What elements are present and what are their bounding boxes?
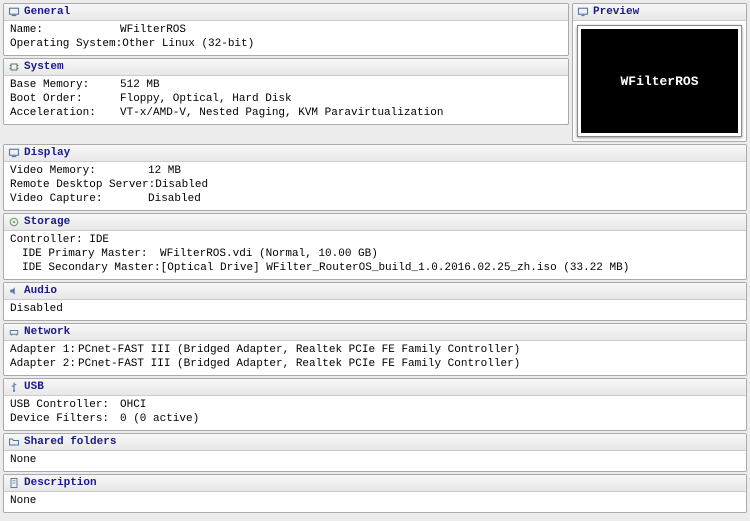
display-icon: [8, 147, 20, 159]
network-header[interactable]: Network: [4, 324, 746, 341]
storage-controller: Controller: IDE: [10, 233, 740, 247]
speaker-icon: [8, 285, 20, 297]
boot-value: Floppy, Optical, Hard Disk: [120, 92, 292, 106]
preview-panel: Preview WFilterROS: [572, 3, 747, 142]
audio-header[interactable]: Audio: [4, 283, 746, 300]
usbctrl-value: OHCI: [120, 398, 146, 412]
usb-panel: USB USB Controller:OHCI Device Filters:0…: [3, 378, 747, 431]
system-title: System: [24, 61, 64, 73]
shared-title: Shared folders: [24, 436, 116, 448]
storage-panel: Storage Controller: IDE IDE Primary Mast…: [3, 213, 747, 280]
mem-value: 512 MB: [120, 78, 160, 92]
mem-label: Base Memory:: [10, 78, 120, 92]
preview-header[interactable]: Preview: [573, 4, 746, 21]
desc-header[interactable]: Description: [4, 475, 746, 492]
vmem-label: Video Memory:: [10, 164, 148, 178]
network-panel: Network Adapter 1:PCnet-FAST III (Bridge…: [3, 323, 747, 376]
sm-value: [Optical Drive] WFilter_RouterOS_build_1…: [161, 261, 630, 275]
storage-header[interactable]: Storage: [4, 214, 746, 231]
general-title: General: [24, 6, 70, 18]
rds-label: Remote Desktop Server:: [10, 178, 155, 192]
folder-icon: [8, 436, 20, 448]
pm-value: WFilterROS.vdi (Normal, 10.00 GB): [160, 247, 378, 261]
vc-value: Disabled: [148, 192, 201, 206]
usb-header[interactable]: USB: [4, 379, 746, 396]
shared-header[interactable]: Shared folders: [4, 434, 746, 451]
usb-icon: [8, 381, 20, 393]
adapter1-label: Adapter 1:: [10, 343, 78, 357]
document-icon: [8, 477, 20, 489]
system-header[interactable]: System: [4, 59, 568, 76]
system-panel: System Base Memory:512 MB Boot Order:Flo…: [3, 58, 569, 125]
usbfilter-value: 0 (0 active): [120, 412, 199, 426]
general-header[interactable]: General: [4, 4, 568, 21]
desc-title: Description: [24, 477, 97, 489]
vc-label: Video Capture:: [10, 192, 148, 206]
pm-label: IDE Primary Master:: [22, 247, 160, 261]
os-value: Other Linux (32-bit): [122, 37, 254, 51]
network-title: Network: [24, 326, 70, 338]
audio-value: Disabled: [10, 303, 63, 315]
usbctrl-label: USB Controller:: [10, 398, 120, 412]
boot-label: Boot Order:: [10, 92, 120, 106]
usbfilter-label: Device Filters:: [10, 412, 120, 426]
audio-panel: Audio Disabled: [3, 282, 747, 321]
acc-label: Acceleration:: [10, 106, 120, 120]
usb-title: USB: [24, 381, 44, 393]
general-panel: General Name:WFilterROS Operating System…: [3, 3, 569, 56]
adapter2-label: Adapter 2:: [10, 357, 78, 371]
storage-title: Storage: [24, 216, 70, 228]
general-icon: [8, 6, 20, 18]
disk-icon: [8, 216, 20, 228]
audio-title: Audio: [24, 285, 57, 297]
preview-text: WFilterROS: [620, 74, 698, 89]
adapter2-value: PCnet-FAST III (Bridged Adapter, Realtek…: [78, 357, 520, 371]
name-label: Name:: [10, 23, 120, 37]
display-title: Display: [24, 147, 70, 159]
desc-panel: Description None: [3, 474, 747, 513]
preview-title: Preview: [593, 6, 639, 18]
vmem-value: 12 MB: [148, 164, 181, 178]
rds-value: Disabled: [155, 178, 208, 192]
preview-thumbnail[interactable]: WFilterROS: [577, 25, 742, 137]
acc-value: VT-x/AMD-V, Nested Paging, KVM Paravirtu…: [120, 106, 443, 120]
display-panel: Display Video Memory:12 MB Remote Deskto…: [3, 144, 747, 211]
monitor-icon: [577, 6, 589, 18]
chip-icon: [8, 61, 20, 73]
os-label: Operating System:: [10, 37, 122, 51]
name-value: WFilterROS: [120, 23, 186, 37]
sm-label: IDE Secondary Master:: [22, 261, 161, 275]
adapter1-value: PCnet-FAST III (Bridged Adapter, Realtek…: [78, 343, 520, 357]
desc-value: None: [10, 495, 36, 507]
shared-panel: Shared folders None: [3, 433, 747, 472]
network-icon: [8, 326, 20, 338]
display-header[interactable]: Display: [4, 145, 746, 162]
shared-value: None: [10, 454, 36, 466]
